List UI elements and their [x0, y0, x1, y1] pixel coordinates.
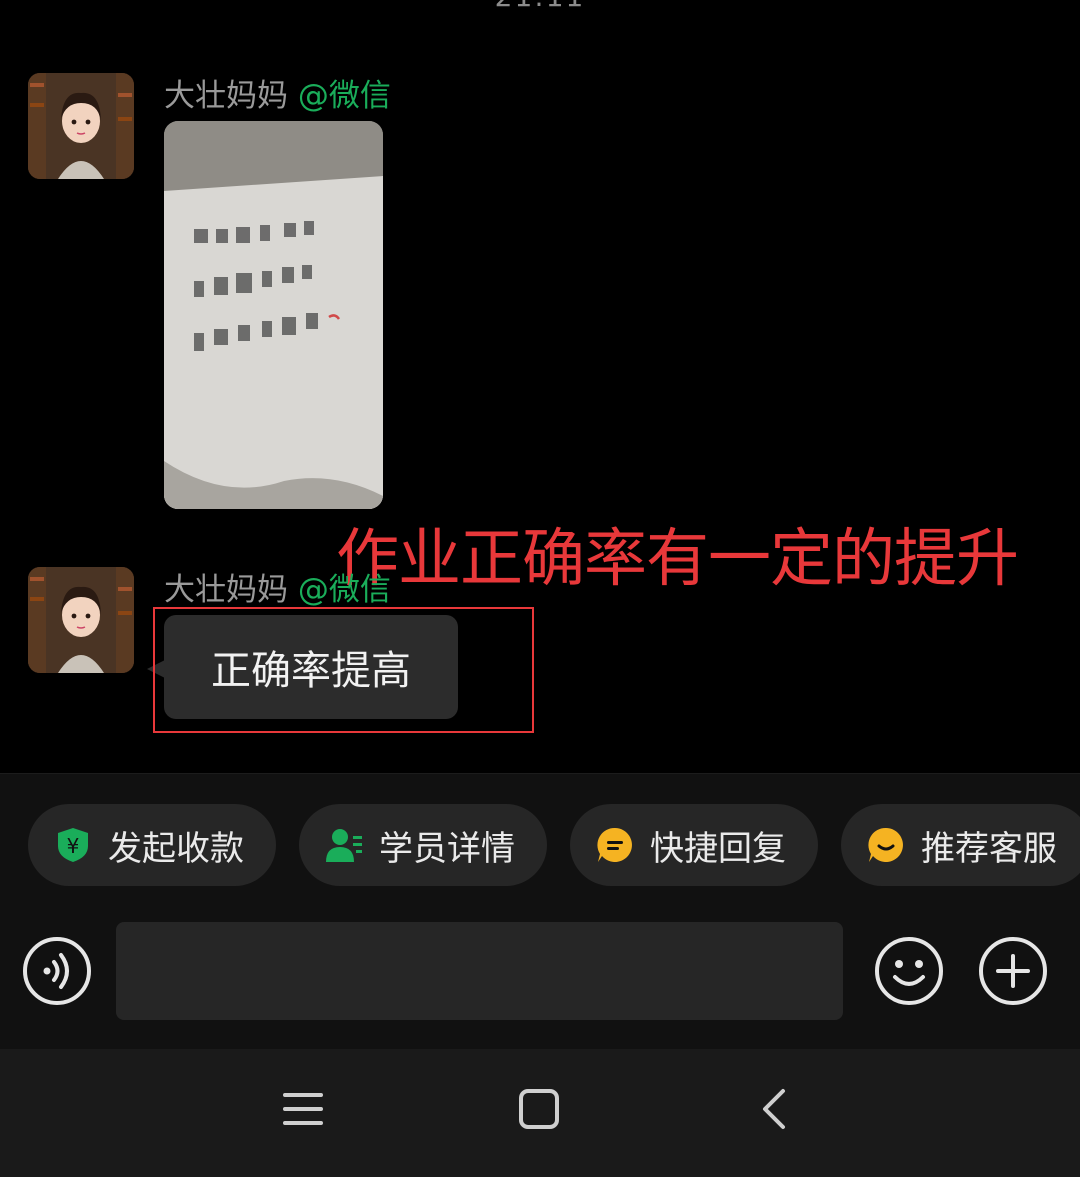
status-time: 21:11	[0, 0, 1080, 13]
quick-action-recommend-service[interactable]: 推荐客服	[841, 804, 1080, 886]
sender-name: 大壮妈妈 @微信	[164, 78, 391, 114]
quick-action-quick-reply[interactable]: 快捷回复	[570, 804, 818, 886]
sender-name: 大壮妈妈 @微信	[164, 572, 391, 608]
plus-icon[interactable]	[978, 936, 1048, 1006]
source-tag: @微信	[297, 572, 391, 608]
student-profile-icon	[326, 829, 362, 862]
annotation-text: 作业正确率有一定的提升	[336, 522, 1019, 595]
back-icon[interactable]	[753, 1087, 797, 1131]
quick-reply-icon	[597, 827, 632, 862]
avatar[interactable]	[28, 567, 134, 673]
avatar[interactable]	[28, 73, 134, 179]
menu-icon[interactable]	[281, 1087, 325, 1131]
quick-action-payment[interactable]: ¥ 发起收款	[28, 804, 276, 886]
message-input[interactable]	[116, 922, 843, 1020]
image-message[interactable]	[164, 121, 383, 509]
source-tag: @微信	[297, 78, 391, 114]
quick-action-student-details[interactable]: 学员详情	[299, 804, 547, 886]
home-icon[interactable]	[517, 1087, 561, 1131]
emoji-icon[interactable]	[874, 936, 944, 1006]
annotation-highlight-box	[153, 607, 534, 733]
svg-text:¥: ¥	[67, 834, 80, 858]
recommend-service-icon	[868, 827, 903, 862]
payment-shield-icon: ¥	[58, 828, 88, 862]
voice-input-icon[interactable]	[22, 936, 92, 1006]
